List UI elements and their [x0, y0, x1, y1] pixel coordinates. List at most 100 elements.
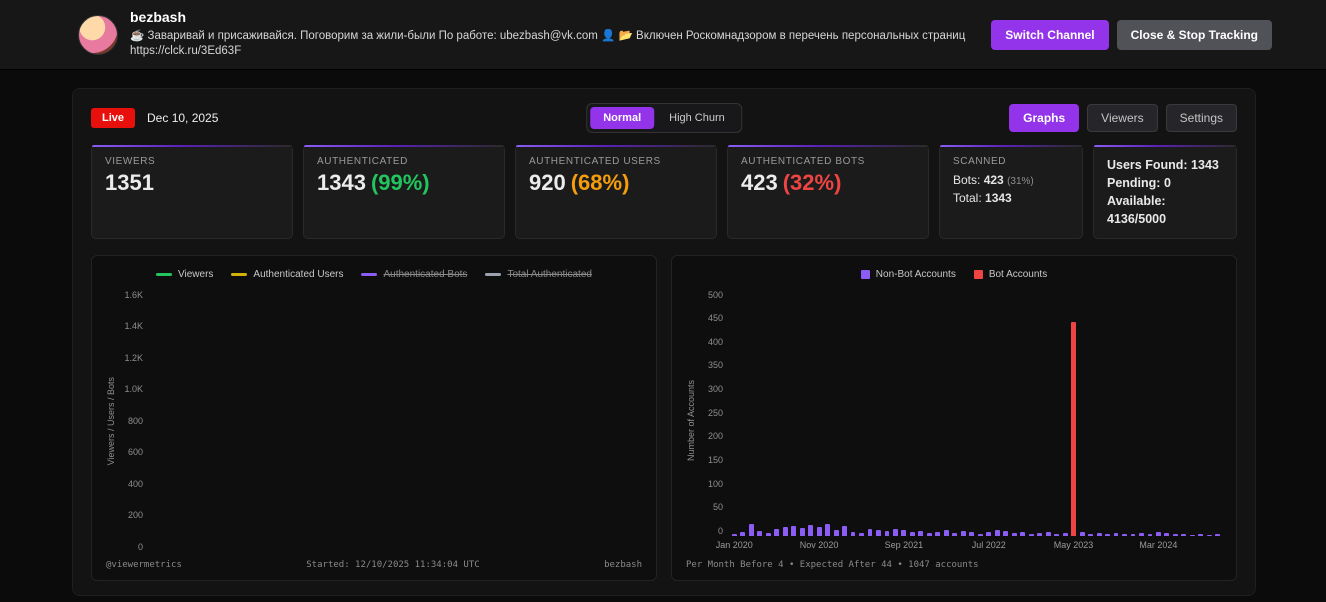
- y-axis-tick-label: 800: [127, 415, 143, 426]
- bar-slot: [900, 290, 908, 536]
- bar-slot: [959, 290, 967, 536]
- pending-line: Pending: 0: [1107, 174, 1223, 192]
- non-bot-accounts-bar: [774, 529, 780, 536]
- bar-slot: [798, 290, 806, 536]
- mode-normal-button[interactable]: Normal: [590, 107, 655, 129]
- non-bot-accounts-bar: [808, 525, 814, 536]
- channel-link[interactable]: https://clck.ru/3Ed63F: [130, 44, 979, 60]
- non-bot-accounts-bar: [842, 526, 847, 536]
- stat-number: 423: [741, 170, 778, 195]
- legend-item-non-bot-accounts[interactable]: Non-Bot Accounts: [860, 269, 956, 280]
- bar-slot: [1112, 290, 1120, 536]
- bar-slot: [1061, 290, 1069, 536]
- bar-slot: [993, 290, 1001, 536]
- accounts-chart-footer: Per Month Before 4 • Expected After 44 •…: [686, 552, 1222, 570]
- tab-viewers[interactable]: Viewers: [1087, 104, 1158, 132]
- bar-slot: [764, 290, 772, 536]
- bar-slot: [772, 290, 780, 536]
- account-creation-chart: Non-Bot Accounts Bot Accounts Number of A…: [671, 254, 1237, 581]
- bar-slot: [1044, 290, 1052, 536]
- legend-swatch: [156, 272, 173, 276]
- bar-slot: [1129, 290, 1137, 536]
- y-axis-ticks: 500 450 400 350 300 250 200 150 100 50 0: [698, 290, 730, 553]
- legend-item-authenticated-users[interactable]: Authenticated Users: [231, 269, 343, 280]
- stat-percent: (32%): [782, 170, 842, 195]
- footer-watermark: @viewermetrics: [106, 560, 182, 570]
- stat-card-viewers: VIEWERS 1351: [91, 145, 293, 239]
- channel-avatar: [78, 14, 118, 55]
- bar-slot: [976, 290, 984, 536]
- legend-item-bot-accounts[interactable]: Bot Accounts: [973, 269, 1047, 280]
- bar-slot: [849, 290, 857, 536]
- bar-slot: [883, 290, 891, 536]
- bar-slot: [1035, 290, 1043, 536]
- x-axis-tick-label: Jan 2020: [715, 540, 753, 550]
- stat-value: 1343 (99%): [317, 170, 491, 195]
- footer-channel: bezbash: [604, 560, 642, 570]
- bar-slot: [917, 290, 925, 536]
- bar-slot: [806, 290, 814, 536]
- toolbar: Live Dec 10, 2025 Normal High Churn Grap…: [91, 103, 1237, 133]
- y-axis-tick-label: 1.4K: [124, 321, 143, 332]
- y-axis-tick-label: 1.2K: [124, 352, 143, 363]
- bar-slot: [866, 290, 874, 536]
- bar-slot: [1146, 290, 1154, 536]
- stat-value: 423 (32%): [741, 170, 915, 195]
- bar-slot: [1069, 290, 1077, 536]
- bar-slot: [925, 290, 933, 536]
- bar-slot: [1086, 290, 1094, 536]
- switch-channel-button[interactable]: Switch Channel: [991, 19, 1109, 50]
- close-stop-tracking-button[interactable]: Close & Stop Tracking: [1116, 19, 1272, 50]
- legend-item-viewers[interactable]: Viewers: [156, 269, 213, 280]
- legend-item-total-authenticated[interactable]: Total Authenticated: [485, 269, 592, 280]
- y-axis-tick-label: 600: [127, 447, 143, 458]
- footer-summary: Per Month Before 4 • Expected After 44 •…: [686, 560, 979, 570]
- stat-percent: (99%): [370, 170, 430, 195]
- legend-swatch: [973, 269, 983, 279]
- bar-slot: [951, 290, 959, 536]
- legend-label: Viewers: [178, 268, 214, 280]
- non-bot-accounts-bar: [748, 523, 754, 536]
- tab-graphs[interactable]: Graphs: [1009, 104, 1080, 132]
- bar-slot: [730, 290, 738, 536]
- stat-value: 1351: [105, 170, 154, 195]
- bar-slot: [738, 290, 746, 536]
- stats-row: VIEWERS 1351 AUTHENTICATED 1343 (99%) AUT…: [91, 145, 1237, 239]
- bar-slot: [1205, 290, 1213, 536]
- stat-card-authenticated-bots: AUTHENTICATED BOTS 423 (32%): [727, 145, 929, 239]
- y-axis-tick-label: 400: [707, 336, 723, 347]
- bar-slot: [891, 290, 899, 536]
- stat-card-scanned: SCANNED Bots: 423 (31%) Total: 1343: [939, 145, 1083, 239]
- bar-slot: [1180, 290, 1188, 536]
- y-axis-title: Viewers / Users / Bots: [106, 376, 116, 465]
- legend-item-authenticated-bots[interactable]: Authenticated Bots: [361, 269, 467, 280]
- date-label: Dec 10, 2025: [147, 111, 219, 125]
- mode-high-churn-button[interactable]: High Churn: [656, 107, 738, 129]
- y-axis-tick-label: 1.6K: [124, 289, 143, 300]
- x-axis-tick-label: Mar 2024: [1139, 540, 1178, 550]
- bar-slot: [1120, 290, 1128, 536]
- y-axis-tick-label: 0: [137, 542, 143, 552]
- y-axis-tick-label: 250: [707, 407, 723, 418]
- non-bot-accounts-bar: [892, 529, 898, 536]
- bar-slot: [789, 290, 797, 536]
- y-axis-tick-label: 0: [717, 525, 723, 536]
- tab-settings[interactable]: Settings: [1165, 104, 1237, 132]
- y-axis-tick-label: 200: [707, 431, 723, 442]
- stat-number: 920: [529, 170, 566, 195]
- bar-slot: [1078, 290, 1086, 536]
- legend-label: Authenticated Bots: [383, 268, 468, 280]
- bar-slot: [857, 290, 865, 536]
- bar-slot: [832, 290, 840, 536]
- bar-slot: [985, 290, 993, 536]
- bar-slot: [1002, 290, 1010, 536]
- stat-card-authenticated: AUTHENTICATED 1343 (99%): [303, 145, 505, 239]
- x-axis-tick-label: May 2023: [1053, 540, 1094, 550]
- dashboard-panel: Live Dec 10, 2025 Normal High Churn Grap…: [72, 88, 1256, 596]
- bar-slot: [1163, 290, 1171, 536]
- bar-slot: [874, 290, 882, 536]
- channel-description: ☕ Заваривай и присаживайся. Поговорим за…: [130, 29, 966, 42]
- top-header-bar: bezbash ☕ Заваривай и присаживайся. Пого…: [0, 0, 1326, 70]
- non-bot-accounts-bar: [799, 528, 805, 536]
- non-bot-accounts-bar: [816, 527, 822, 536]
